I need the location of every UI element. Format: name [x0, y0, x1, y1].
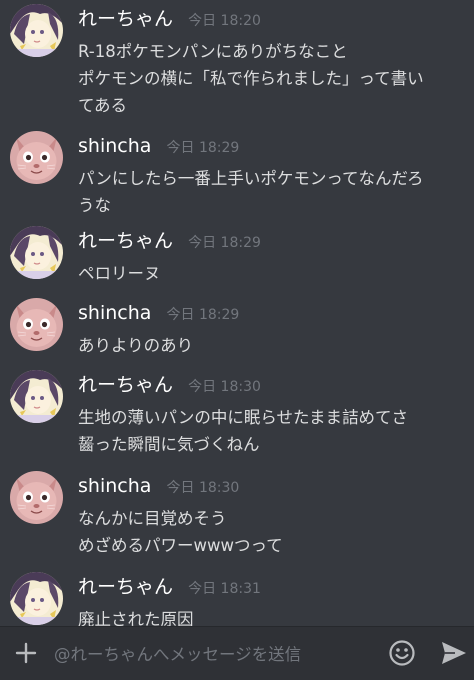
avatar[interactable]: [10, 572, 63, 625]
message-line: ポケモンの横に「私で作られました」って書い: [78, 69, 424, 88]
emoji-icon[interactable]: [388, 639, 416, 667]
message-line: てある: [78, 96, 128, 115]
author-name[interactable]: れーちゃん: [78, 572, 173, 602]
message-content: 廃止された原因: [78, 606, 468, 626]
message-line: 齧った瞬間に気づくねん: [78, 435, 260, 454]
message-content: ありよりのあり: [78, 332, 468, 359]
message-content: パンにしたら一番上手いポケモンってなんだろ うな: [78, 165, 468, 219]
timestamp: 今日 18:31: [188, 581, 261, 597]
message-line: 廃止された原因: [78, 610, 194, 626]
message-content: なんかに目覚めそう めざめるパワーwwwつって: [78, 505, 468, 559]
plus-icon[interactable]: [12, 639, 40, 667]
message-content: ペロリーヌ: [78, 260, 468, 287]
message-line: パンにしたら一番上手いポケモンってなんだろ: [78, 169, 424, 188]
message-content: R-18ポケモンパンにありがちなこと ポケモンの横に「私で作られました」って書い…: [78, 38, 468, 119]
message-header: shincha 今日 18:30: [78, 471, 239, 501]
timestamp: 今日 18:30: [166, 480, 240, 496]
message-header: れーちゃん 今日 18:31: [78, 572, 261, 602]
author-name[interactable]: shincha: [78, 471, 151, 501]
author-name[interactable]: れーちゃん: [78, 226, 173, 256]
message-content: 生地の薄いパンの中に眠らせたまま詰めてさ 齧った瞬間に気づくねん: [78, 404, 468, 458]
message-line: ペロリーヌ: [78, 264, 161, 283]
message-line: R-18ポケモンパンにありがちなこと: [78, 42, 348, 61]
message-composer: [0, 626, 474, 680]
message-input[interactable]: [54, 639, 374, 669]
avatar[interactable]: [10, 370, 63, 423]
message-line: うな: [78, 196, 111, 215]
timestamp: 今日 18:30: [188, 379, 261, 395]
message-header: れーちゃん 今日 18:20: [78, 4, 261, 34]
author-name[interactable]: れーちゃん: [78, 370, 173, 400]
avatar[interactable]: [10, 298, 63, 351]
timestamp: 今日 18:29: [188, 235, 261, 251]
message-header: れーちゃん 今日 18:30: [78, 370, 261, 400]
author-name[interactable]: shincha: [78, 298, 151, 328]
chat-app: れーちゃん 今日 18:20 R-18ポケモンパンにありがちなこと ポケモンの横…: [0, 0, 474, 680]
message-header: shincha 今日 18:29: [78, 131, 239, 161]
timestamp: 今日 18:29: [166, 307, 240, 323]
avatar[interactable]: [10, 471, 63, 524]
author-name[interactable]: れーちゃん: [78, 4, 173, 34]
avatar[interactable]: [10, 226, 63, 279]
message-header: shincha 今日 18:29: [78, 298, 239, 328]
timestamp: 今日 18:20: [188, 13, 261, 29]
author-name[interactable]: shincha: [78, 131, 151, 161]
avatar[interactable]: [10, 131, 63, 184]
send-icon[interactable]: [440, 640, 468, 666]
message-line: 生地の薄いパンの中に眠らせたまま詰めてさ: [78, 408, 408, 427]
timestamp: 今日 18:29: [166, 140, 240, 156]
avatar[interactable]: [10, 4, 63, 57]
message-line: なんかに目覚めそう: [78, 509, 227, 528]
message-header: れーちゃん 今日 18:29: [78, 226, 261, 256]
message-line: めざめるパワーwwwつって: [78, 536, 283, 555]
message-list: れーちゃん 今日 18:20 R-18ポケモンパンにありがちなこと ポケモンの横…: [0, 0, 474, 626]
message-line: ありよりのあり: [78, 336, 194, 355]
